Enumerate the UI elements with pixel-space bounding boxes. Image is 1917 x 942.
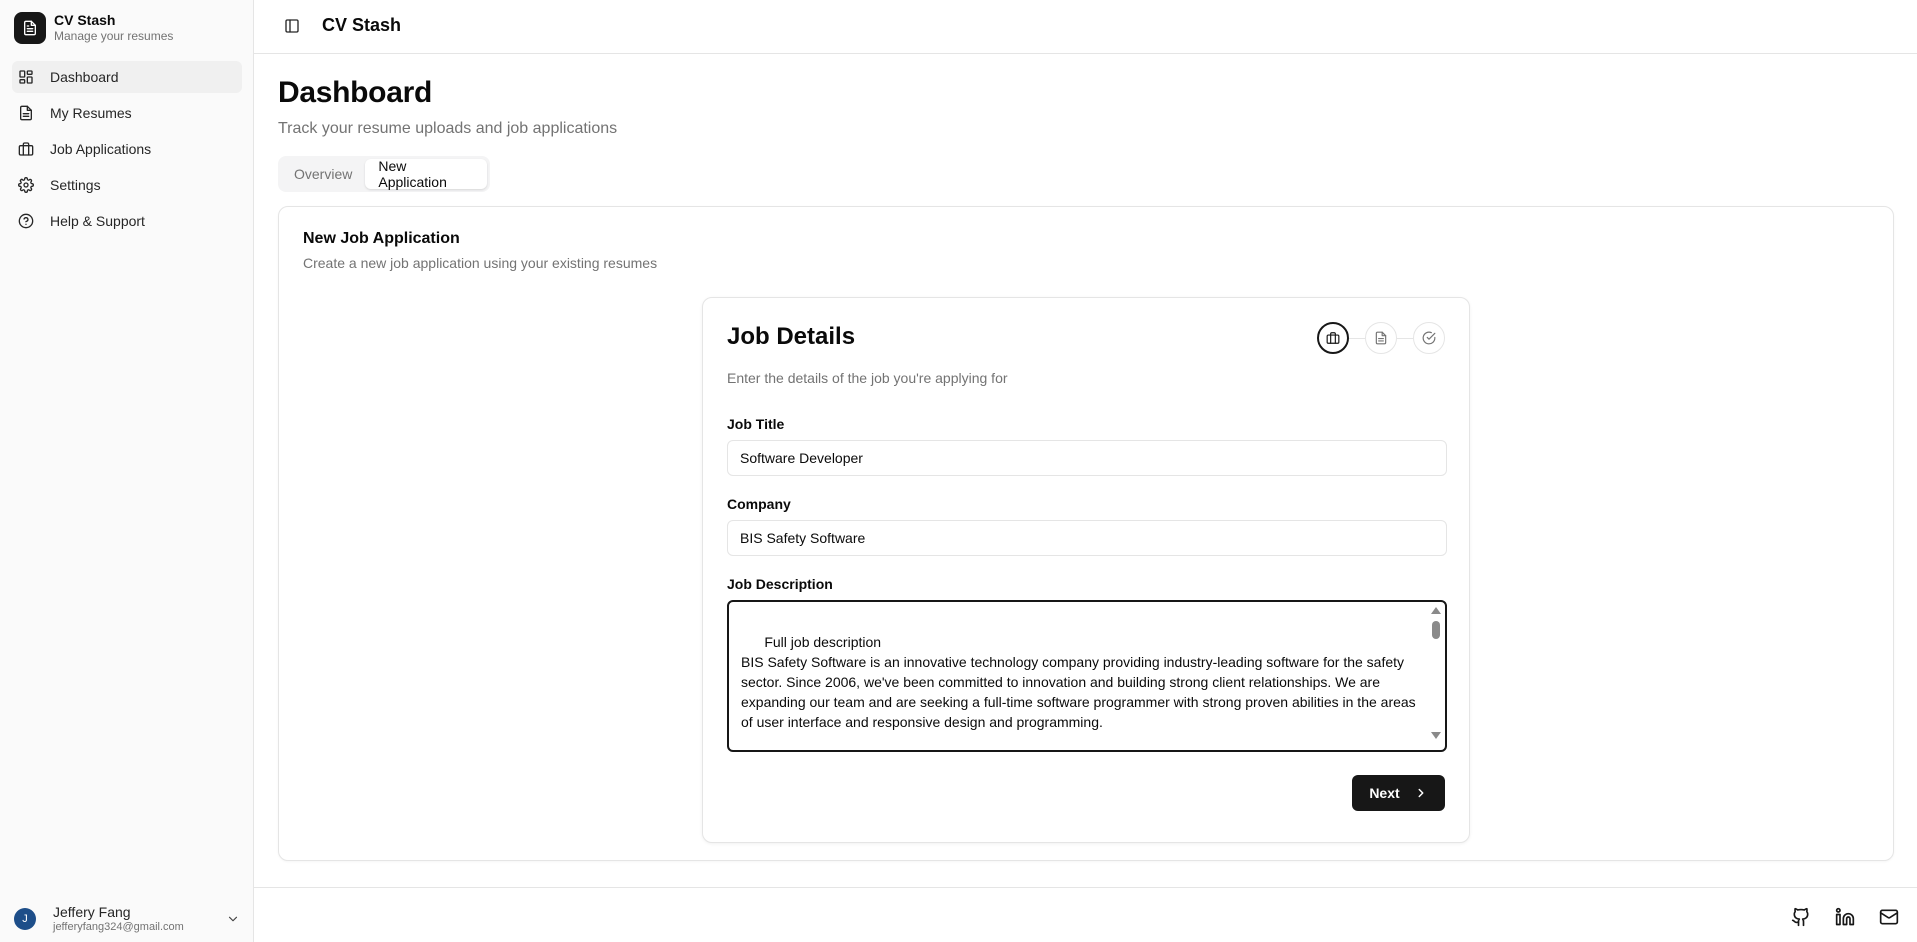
job-title-input[interactable]: Software Developer <box>727 440 1447 476</box>
job-description-label: Job Description <box>727 576 833 592</box>
file-text-icon <box>18 105 34 121</box>
card-title: New Job Application <box>303 230 460 247</box>
help-circle-icon <box>18 213 34 229</box>
job-description-textarea[interactable]: Full job description BIS Safety Software… <box>727 600 1447 752</box>
tab-overview[interactable]: Overview <box>281 159 365 189</box>
sidebar-item-settings[interactable]: Settings <box>12 169 242 201</box>
sidebar-item-label: Settings <box>50 177 101 193</box>
check-circle-icon <box>1422 331 1436 345</box>
step-resume <box>1365 322 1397 354</box>
sidebar-item-my-resumes[interactable]: My Resumes <box>12 97 242 129</box>
sidebar-item-label: My Resumes <box>50 105 132 121</box>
app-logo-icon <box>14 12 46 44</box>
chevron-down-icon <box>226 912 240 926</box>
sidebar: CV Stash Manage your resumes Dashboard M… <box>0 0 254 942</box>
app-tagline: Manage your resumes <box>54 29 174 43</box>
avatar: J <box>14 908 36 930</box>
step-indicator <box>1317 322 1445 354</box>
step-connector <box>1349 337 1365 339</box>
next-button[interactable]: Next <box>1352 775 1445 811</box>
linkedin-icon[interactable] <box>1835 907 1855 927</box>
sidebar-item-job-applications[interactable]: Job Applications <box>12 133 242 165</box>
step-review <box>1413 322 1445 354</box>
file-text-icon <box>1374 331 1388 345</box>
gear-icon <box>18 177 34 193</box>
job-details-form: Job Details Enter the details of the job <box>702 297 1470 843</box>
company-input[interactable]: BIS Safety Software <box>727 520 1447 556</box>
card-description: Create a new job application using your … <box>303 255 658 271</box>
scroll-up-arrow-icon[interactable] <box>1431 607 1441 614</box>
top-bar-title: CV Stash <box>322 15 402 35</box>
job-description-text: Full job description BIS Safety Software… <box>741 634 1416 730</box>
company-label: Company <box>727 496 791 512</box>
brand[interactable]: CV Stash Manage your resumes <box>14 12 173 44</box>
sidebar-nav: Dashboard My Resumes Job Applications Se… <box>12 61 242 241</box>
sidebar-item-label: Dashboard <box>50 69 119 85</box>
scroll-down-arrow-icon[interactable] <box>1431 732 1441 739</box>
scroll-thumb[interactable] <box>1432 621 1440 639</box>
footer <box>254 887 1917 942</box>
next-button-label: Next <box>1369 785 1400 801</box>
user-menu[interactable]: J Jeffery Fang jefferyfang324@gmail.com <box>14 902 240 936</box>
top-bar: CV Stash <box>254 0 1917 54</box>
user-name: Jeffery Fang <box>53 903 131 920</box>
form-description: Enter the details of the job you're appl… <box>727 370 1008 386</box>
tab-list: Overview New Application <box>278 156 490 192</box>
github-icon[interactable] <box>1791 907 1811 927</box>
sidebar-item-help-support[interactable]: Help & Support <box>12 205 242 237</box>
sidebar-item-label: Help & Support <box>50 213 145 229</box>
chevron-right-icon <box>1414 786 1428 800</box>
tab-new-application[interactable]: New Application <box>365 158 487 190</box>
sidebar-item-dashboard[interactable]: Dashboard <box>12 61 242 93</box>
app-name: CV Stash <box>54 12 116 28</box>
page-subtitle: Track your resume uploads and job applic… <box>278 120 618 137</box>
job-title-label: Job Title <box>727 416 785 432</box>
new-application-card: New Job Application Create a new job app… <box>278 206 1894 861</box>
form-title: Job Details <box>727 323 856 350</box>
user-email: jefferyfang324@gmail.com <box>53 920 184 933</box>
scrollbar[interactable] <box>1430 605 1442 745</box>
sidebar-toggle-icon[interactable] <box>284 18 300 34</box>
dashboard-icon <box>18 69 34 85</box>
resize-handle-icon[interactable] <box>1434 739 1444 749</box>
sidebar-item-label: Job Applications <box>50 141 152 157</box>
step-connector <box>1397 337 1413 339</box>
mail-icon[interactable] <box>1879 907 1899 927</box>
page-title: Dashboard <box>278 76 432 109</box>
briefcase-icon <box>18 141 34 157</box>
step-job-details <box>1317 322 1349 354</box>
briefcase-icon <box>1326 331 1340 345</box>
